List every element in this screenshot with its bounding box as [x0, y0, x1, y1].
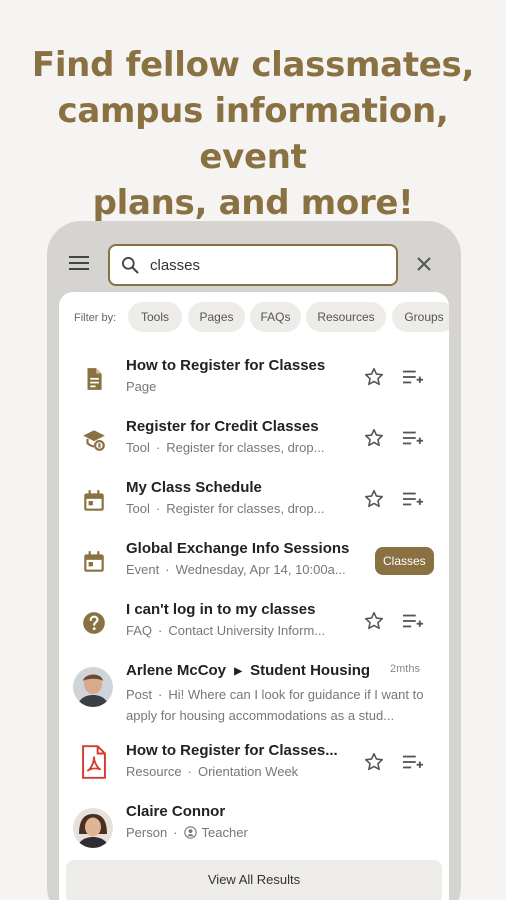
- result-detail: Teacher: [201, 825, 248, 840]
- result-subtitle: Page: [126, 379, 351, 394]
- star-icon[interactable]: [363, 427, 385, 449]
- result-title: I can't log in to my classes: [126, 601, 316, 618]
- result-detail: Wednesday, Apr 14, 10:00a...: [175, 562, 346, 577]
- result-title: My Class Schedule: [126, 479, 262, 496]
- result-detail: Register for classes, drop...: [166, 440, 325, 455]
- result-subtitle: Resource · Orientation Week: [126, 764, 299, 779]
- headline: Find fellow classmates, campus informati…: [0, 42, 506, 226]
- add-to-list-icon[interactable]: [402, 428, 424, 448]
- result-title: Global Exchange Info Sessions: [126, 540, 350, 557]
- result-type: Tool: [126, 501, 150, 516]
- result-row-post[interactable]: Arlene McCoy ▶ Student Housing 2mths Pos…: [59, 659, 449, 731]
- result-row[interactable]: My Class Schedule Tool · Register for clas…: [59, 476, 449, 534]
- search-field[interactable]: [108, 244, 398, 286]
- add-to-list-icon[interactable]: [402, 752, 424, 772]
- filter-chip-faqs[interactable]: FAQs: [250, 302, 301, 332]
- result-row[interactable]: How to Register for Classes... Resource ·…: [59, 739, 449, 797]
- post-body: Post · Hi! Where can I look for guidance i…: [126, 687, 424, 723]
- close-icon[interactable]: [415, 255, 433, 273]
- filter-chip-tools[interactable]: Tools: [128, 302, 182, 332]
- result-type: Page: [126, 379, 157, 394]
- result-detail: Contact University Inform...: [168, 623, 326, 638]
- result-subtitle: Tool · Register for classes, drop...: [126, 440, 325, 455]
- calendar-icon: [84, 490, 104, 511]
- add-to-list-icon[interactable]: [402, 367, 424, 387]
- caret-right-icon: ▶: [234, 666, 242, 677]
- add-to-list-icon[interactable]: [402, 489, 424, 509]
- search-bar: [47, 221, 461, 295]
- graduation-cap-icon: [83, 430, 105, 451]
- star-icon[interactable]: [363, 610, 385, 632]
- help-icon: [83, 612, 105, 634]
- calendar-icon: [84, 551, 104, 572]
- search-input[interactable]: [150, 254, 380, 276]
- category-badge: Classes: [375, 547, 434, 575]
- avatar: [73, 808, 113, 848]
- result-row[interactable]: Register for Credit Classes Tool · Registe…: [59, 415, 449, 473]
- filter-chip-groups[interactable]: Groups: [392, 302, 449, 332]
- headline-line-1: Find fellow classmates,: [31, 45, 475, 85]
- result-title: How to Register for Classes: [126, 357, 326, 374]
- filter-bar: Filter by: Tools Pages FAQs Resources Gr…: [59, 302, 449, 334]
- result-title: Claire Connor: [126, 803, 226, 820]
- result-row-person[interactable]: Claire Connor Person · Teacher: [59, 800, 449, 858]
- result-type: FAQ: [126, 623, 153, 638]
- result-title: How to Register for Classes...: [126, 742, 338, 759]
- result-type: Tool: [126, 440, 150, 455]
- headline-line-3: plans, and more!: [92, 183, 414, 223]
- star-icon[interactable]: [363, 488, 385, 510]
- post-time: 2mths: [390, 663, 420, 675]
- post-group: Student Housing: [250, 662, 371, 679]
- avatar: [73, 667, 113, 707]
- filter-label: Filter by:: [74, 312, 117, 324]
- result-detail: Register for classes, drop...: [166, 501, 325, 516]
- headline-line-2: campus information, event: [57, 91, 449, 177]
- result-subtitle: FAQ · Contact University Inform...: [126, 623, 326, 638]
- post-author: Arlene McCoy: [126, 662, 227, 679]
- result-type: Post: [126, 687, 153, 702]
- search-icon: [122, 257, 139, 274]
- add-to-list-icon[interactable]: [402, 611, 424, 631]
- star-icon[interactable]: [363, 366, 385, 388]
- result-type: Resource: [126, 764, 182, 779]
- result-detail: Orientation Week: [197, 764, 299, 779]
- filter-chip-resources[interactable]: Resources: [306, 302, 386, 332]
- view-all-results-button[interactable]: View All Results: [66, 860, 442, 900]
- results-panel: Filter by: Tools Pages FAQs Resources Gr…: [59, 292, 449, 900]
- result-subtitle: Person · Teacher: [126, 825, 248, 840]
- document-icon: [87, 368, 102, 390]
- result-row[interactable]: How to Register for Classes Page: [59, 354, 449, 412]
- filter-chip-pages[interactable]: Pages: [188, 302, 245, 332]
- pdf-icon: [82, 745, 106, 779]
- result-row[interactable]: Global Exchange Info Sessions Event · Wedn…: [59, 537, 449, 595]
- result-subtitle: Event · Wednesday, Apr 14, 10:00a...: [126, 562, 346, 577]
- result-title: Register for Credit Classes: [126, 418, 319, 435]
- star-icon[interactable]: [363, 751, 385, 773]
- person-icon: [183, 826, 197, 839]
- result-subtitle: Tool · Register for classes, drop...: [126, 501, 325, 516]
- post-text: Hi! Where can I look for guidance if I w…: [126, 687, 424, 723]
- result-type: Event: [126, 562, 160, 577]
- phone-frame: Filter by: Tools Pages FAQs Resources Gr…: [47, 221, 461, 900]
- result-row[interactable]: I can't log in to my classes FAQ · Contact…: [59, 598, 449, 656]
- result-type: Person: [126, 825, 168, 840]
- menu-icon[interactable]: [69, 256, 91, 272]
